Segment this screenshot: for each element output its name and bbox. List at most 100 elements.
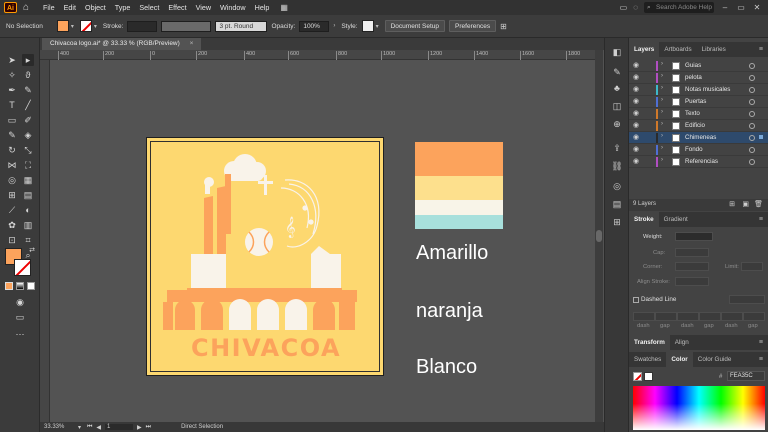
tab-color[interactable]: Color bbox=[666, 352, 693, 367]
maximize-icon[interactable]: ▭ bbox=[736, 3, 746, 12]
gap-field-1[interactable] bbox=[655, 312, 677, 321]
stroke-swatch[interactable] bbox=[79, 20, 92, 32]
curvature-tool-icon[interactable]: ✎ bbox=[22, 84, 34, 96]
layer-name[interactable]: Chimeneas bbox=[685, 134, 716, 141]
blend-tool-icon[interactable]: ◐ bbox=[22, 204, 34, 216]
layer-name[interactable]: Edificio bbox=[685, 122, 705, 129]
rectangle-tool-icon[interactable]: ▭ bbox=[6, 114, 18, 126]
eraser-icon[interactable]: ◈ bbox=[22, 129, 34, 141]
target-icon[interactable] bbox=[749, 159, 755, 165]
target-icon[interactable] bbox=[749, 147, 755, 153]
layer-row[interactable]: ◉ › Notas musicales bbox=[629, 84, 768, 96]
menu-window[interactable]: Window bbox=[220, 3, 246, 12]
tab-transform[interactable]: Transform bbox=[629, 335, 670, 350]
layer-name[interactable]: Puertas bbox=[685, 98, 706, 105]
tab-artboards[interactable]: Artboards bbox=[659, 42, 696, 57]
links-icon[interactable]: ⛓ bbox=[611, 160, 623, 172]
layer-row-selected[interactable]: ◉ › Chimeneas bbox=[629, 132, 768, 144]
opacity-field[interactable]: 100% bbox=[299, 20, 330, 32]
visibility-eye-icon[interactable]: ◉ bbox=[633, 61, 639, 69]
visibility-eye-icon[interactable]: ◉ bbox=[633, 73, 639, 81]
menu-effect[interactable]: Effect bbox=[168, 3, 186, 12]
menu-edit[interactable]: Edit bbox=[64, 3, 76, 12]
layer-name[interactable]: Notas musicales bbox=[685, 86, 730, 93]
panel-menu-icon[interactable]: ≡ bbox=[759, 46, 763, 53]
magic-wand-icon[interactable]: ✧ bbox=[6, 69, 18, 81]
pen-tool-icon[interactable]: ✒ bbox=[6, 84, 18, 96]
dash-field-3[interactable] bbox=[721, 312, 743, 321]
expand-arrow-icon[interactable]: › bbox=[661, 133, 663, 139]
tab-color-guide[interactable]: Color Guide bbox=[693, 352, 737, 367]
expand-arrow-icon[interactable]: › bbox=[661, 73, 663, 79]
home-icon[interactable]: ⌂ bbox=[23, 2, 33, 13]
dash-align-options[interactable] bbox=[729, 295, 765, 304]
expand-arrow-icon[interactable]: › bbox=[661, 61, 663, 67]
preferences-button[interactable]: Preferences bbox=[449, 20, 497, 32]
prev-artboard-icon[interactable]: ◀ bbox=[96, 424, 101, 431]
gradient-mode-button[interactable] bbox=[16, 282, 24, 290]
arrange-icon[interactable]: ⊞ bbox=[500, 22, 507, 31]
layer-row[interactable]: ◉ › Fondo bbox=[629, 144, 768, 156]
appearance-icon[interactable]: ◎ bbox=[611, 180, 623, 192]
symbol-sprayer-icon[interactable]: ✿ bbox=[6, 219, 18, 231]
line-tool-icon[interactable]: ╱ bbox=[22, 99, 34, 111]
type-tool-icon[interactable]: T bbox=[6, 99, 18, 111]
weight-field[interactable] bbox=[675, 232, 713, 241]
shape-builder-icon[interactable]: ◎ bbox=[6, 174, 18, 186]
tab-libraries[interactable]: Libraries bbox=[697, 42, 731, 57]
artboard[interactable]: 𝄞 CHIVACOA bbox=[146, 137, 384, 376]
scrollbar-thumb[interactable] bbox=[596, 230, 602, 242]
lightbulb-icon[interactable]: ◌ bbox=[633, 3, 638, 12]
tab-swatches[interactable]: Swatches bbox=[629, 352, 666, 367]
expand-arrow-icon[interactable]: › bbox=[661, 121, 663, 127]
gap-field-3[interactable] bbox=[743, 312, 765, 321]
menu-file[interactable]: File bbox=[43, 3, 55, 12]
layer-name[interactable]: Guias bbox=[685, 62, 701, 69]
menu-help[interactable]: Help bbox=[255, 3, 270, 12]
last-artboard-icon[interactable]: ⏭ bbox=[146, 424, 151, 431]
scale-tool-icon[interactable]: ⤡ bbox=[22, 144, 34, 156]
dash-field-2[interactable] bbox=[677, 312, 699, 321]
dash-field-1[interactable] bbox=[633, 312, 655, 321]
minimize-icon[interactable]: – bbox=[720, 3, 730, 12]
corner-options[interactable] bbox=[675, 262, 709, 271]
target-icon[interactable] bbox=[749, 111, 755, 117]
paintbrush-icon[interactable]: ✐ bbox=[22, 114, 34, 126]
fill-swatch[interactable] bbox=[56, 20, 69, 32]
lasso-icon[interactable]: ϑ bbox=[22, 69, 34, 81]
stroke-weight-field[interactable] bbox=[127, 20, 158, 32]
chevron-right-icon[interactable]: › bbox=[333, 23, 335, 29]
expand-arrow-icon[interactable]: › bbox=[661, 97, 663, 103]
tab-gradient[interactable]: Gradient bbox=[659, 212, 693, 227]
hex-field[interactable]: FEA35C bbox=[727, 371, 765, 381]
visibility-eye-icon[interactable]: ◉ bbox=[633, 85, 639, 93]
visibility-eye-icon[interactable]: ◉ bbox=[633, 145, 639, 153]
visibility-eye-icon[interactable]: ◉ bbox=[633, 121, 639, 129]
rotate-tool-icon[interactable]: ↻ bbox=[6, 144, 18, 156]
color-mode-button[interactable] bbox=[5, 282, 13, 290]
workspace-grid-icon[interactable]: ▦ bbox=[280, 3, 288, 12]
new-layer-icon[interactable]: ⊞ bbox=[729, 200, 735, 208]
color-fill-stroke-indicator[interactable] bbox=[633, 372, 642, 381]
symbols-icon[interactable]: ♣ bbox=[611, 82, 623, 94]
zoom-level[interactable]: 33.33% bbox=[44, 424, 78, 430]
layer-row[interactable]: ◉ › Edificio bbox=[629, 120, 768, 132]
search-input[interactable]: Search Adobe Help bbox=[644, 2, 714, 13]
tab-stroke[interactable]: Stroke bbox=[629, 212, 659, 227]
image-trace-icon[interactable]: ⊕ bbox=[611, 118, 623, 130]
expand-arrow-icon[interactable]: › bbox=[661, 157, 663, 163]
dashed-line-checkbox[interactable] bbox=[633, 297, 639, 303]
first-artboard-icon[interactable]: ⏮ bbox=[87, 424, 92, 431]
selection-indicator[interactable] bbox=[759, 135, 763, 139]
color-palette-stripes[interactable] bbox=[415, 142, 503, 229]
target-icon[interactable] bbox=[749, 75, 755, 81]
chevron-down-icon[interactable]: ▾ bbox=[94, 23, 97, 30]
layer-row[interactable]: ◉ › Texto bbox=[629, 108, 768, 120]
target-icon[interactable] bbox=[749, 135, 755, 141]
chevron-down-icon[interactable]: ▾ bbox=[376, 23, 379, 30]
new-sublayer-icon[interactable]: ▣ bbox=[742, 200, 749, 208]
expand-arrow-icon[interactable]: › bbox=[661, 85, 663, 91]
more-tools-icon[interactable]: ⋯ bbox=[14, 328, 26, 340]
layer-name[interactable]: Texto bbox=[685, 110, 700, 117]
gap-field-2[interactable] bbox=[699, 312, 721, 321]
